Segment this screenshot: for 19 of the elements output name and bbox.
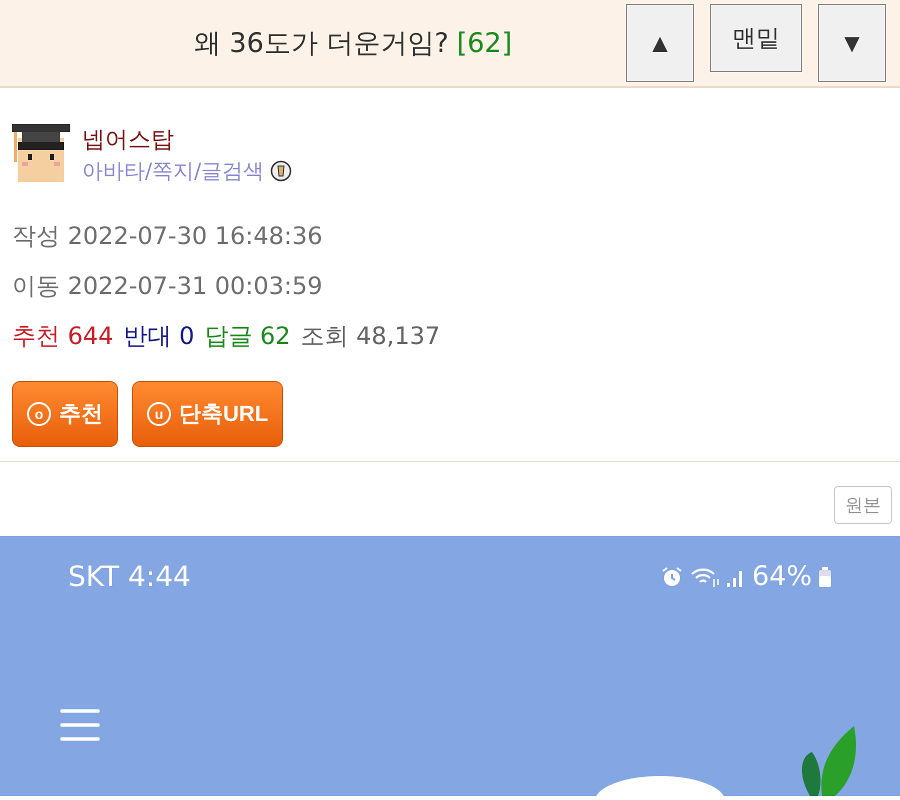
author-name[interactable]: 넵어스탑 — [82, 124, 292, 155]
menu-icon[interactable] — [60, 708, 100, 742]
stat-text: 조회 48,137 — [300, 321, 440, 352]
status-time: SKT 4:44 — [68, 560, 191, 593]
meta-line: 이동 2022-07-31 00:03:59 — [12, 271, 324, 302]
stat-text: 추천 644 — [12, 321, 114, 352]
scroll-up-button[interactable]: ▲ — [626, 4, 694, 82]
battery-icon — [818, 564, 832, 588]
alarm-icon — [660, 564, 684, 588]
stat-text: 반대 0 — [123, 321, 194, 352]
meta-line: 작성 2022-07-30 16:48:36 — [12, 221, 324, 252]
post-title: 왜 36도가 더운거임? — [194, 28, 449, 59]
scroll-down-button[interactable]: ▼ — [818, 4, 886, 82]
avatar-icon — [12, 124, 70, 184]
reply-count: [62] — [456, 28, 512, 59]
bottom-button[interactable]: 맨밑 — [710, 4, 802, 72]
battery-percent: 64% — [752, 561, 812, 592]
medal-icon — [270, 160, 292, 182]
stat-text: 답글 62 — [204, 321, 291, 352]
